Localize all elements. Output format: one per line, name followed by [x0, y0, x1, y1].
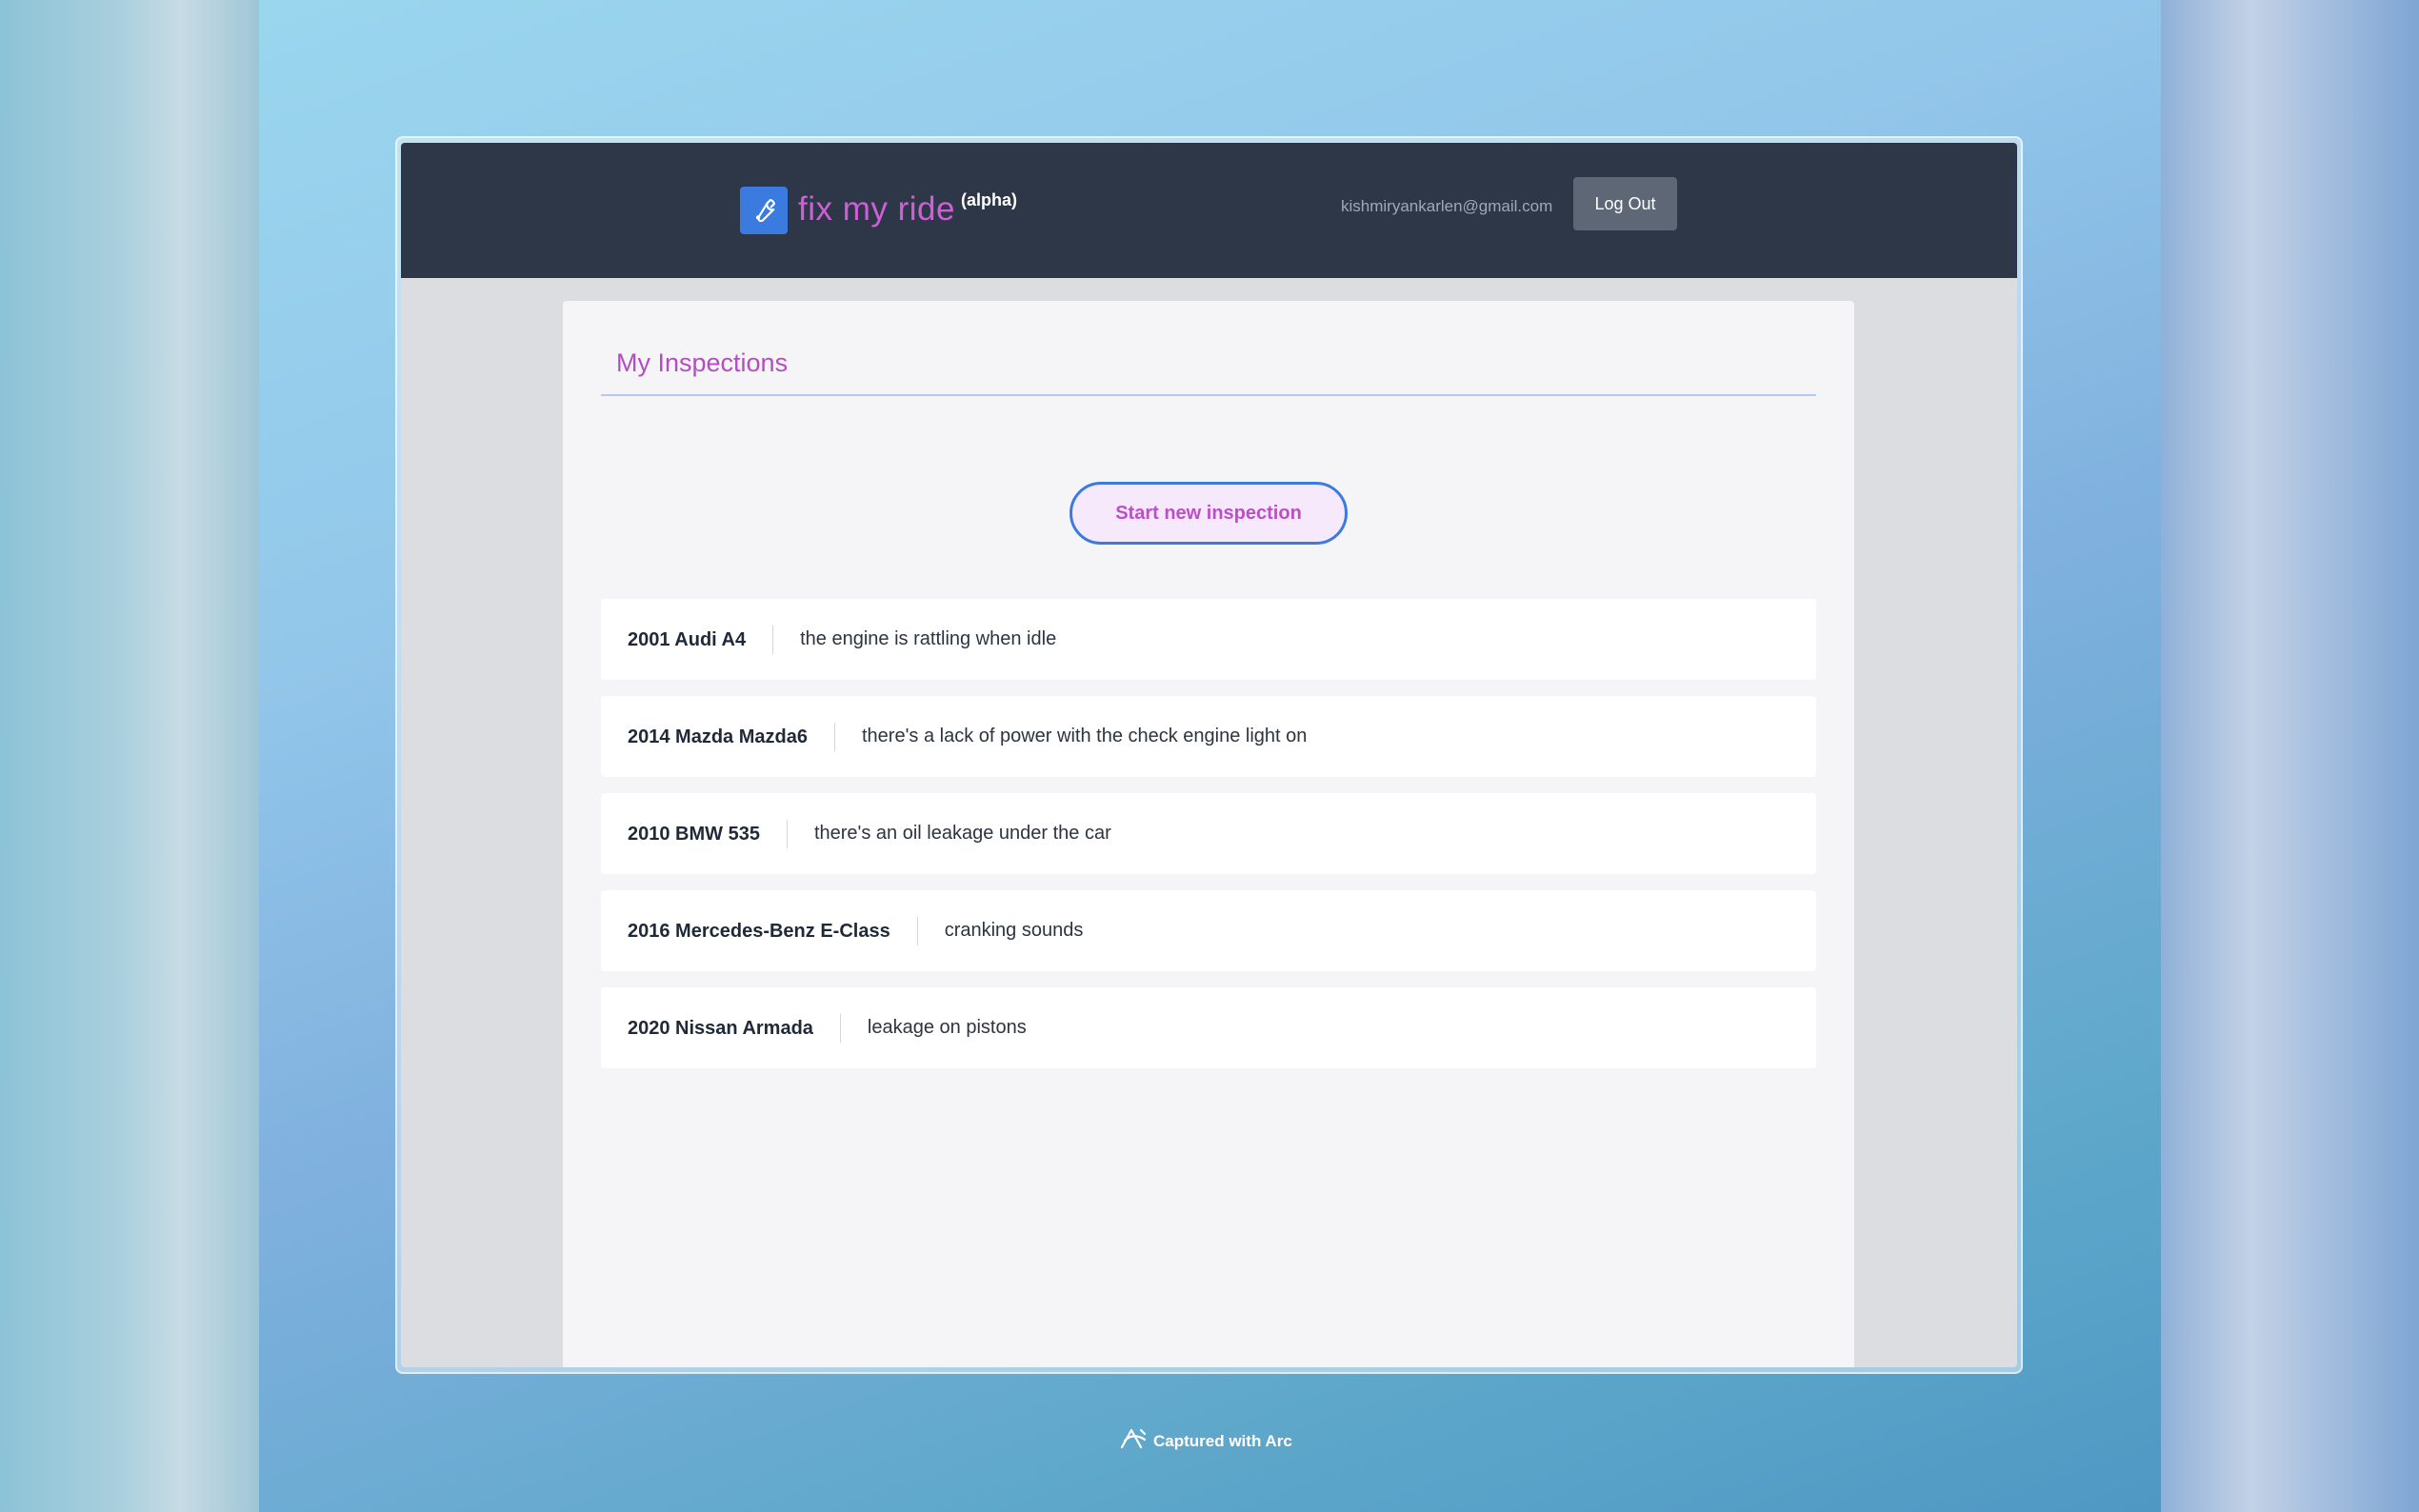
card-header: My Inspections — [601, 347, 1816, 396]
navbar: fix my ride (alpha) kishmiryankarlen@gma… — [401, 143, 2017, 278]
brand[interactable]: fix my ride (alpha) — [740, 187, 1017, 234]
app-window: fix my ride (alpha) kishmiryankarlen@gma… — [401, 143, 2017, 1367]
issue-text: there's an oil leakage under the car — [813, 823, 1111, 844]
brand-tag: (alpha) — [960, 190, 1017, 209]
background-left — [0, 0, 259, 1512]
list-item[interactable]: 2020 Nissan Armada leakage on pistons — [601, 987, 1816, 1068]
wrench-icon — [740, 187, 788, 234]
inspections-card: My Inspections Start new inspection 2001… — [563, 301, 1854, 1367]
car-name: 2016 Mercedes-Benz E-Class — [628, 916, 918, 945]
brand-name: fix my ride — [798, 190, 955, 228]
car-name: 2001 Audi A4 — [628, 625, 774, 654]
user-email: kishmiryankarlen@gmail.com — [1341, 197, 1553, 215]
start-new-inspection-button[interactable]: Start new inspection — [1070, 482, 1348, 545]
list-item[interactable]: 2010 BMW 535 there's an oil leakage unde… — [601, 793, 1816, 874]
captured-label: Captured with Arc — [1153, 1431, 1292, 1450]
logout-button[interactable]: Log Out — [1573, 177, 1677, 230]
car-name: 2014 Mazda Mazda6 — [628, 722, 835, 751]
issue-text: cranking sounds — [944, 920, 1084, 941]
inspection-list: 2001 Audi A4 the engine is rattling when… — [601, 599, 1816, 1084]
car-name: 2020 Nissan Armada — [628, 1013, 841, 1043]
arc-icon — [1119, 1426, 1148, 1456]
car-name: 2010 BMW 535 — [628, 819, 788, 848]
list-item[interactable]: 2001 Audi A4 the engine is rattling when… — [601, 599, 1816, 680]
background-right — [2161, 0, 2419, 1512]
list-item[interactable]: 2016 Mercedes-Benz E-Class cranking soun… — [601, 890, 1816, 971]
issue-text: the engine is rattling when idle — [800, 628, 1057, 649]
captured-with-arc: Captured with Arc — [1119, 1426, 1292, 1456]
issue-text: leakage on pistons — [867, 1017, 1027, 1038]
page-title: My Inspections — [616, 348, 789, 377]
list-item[interactable]: 2014 Mazda Mazda6 there's a lack of powe… — [601, 696, 1816, 777]
issue-text: there's a lack of power with the check e… — [861, 726, 1308, 746]
